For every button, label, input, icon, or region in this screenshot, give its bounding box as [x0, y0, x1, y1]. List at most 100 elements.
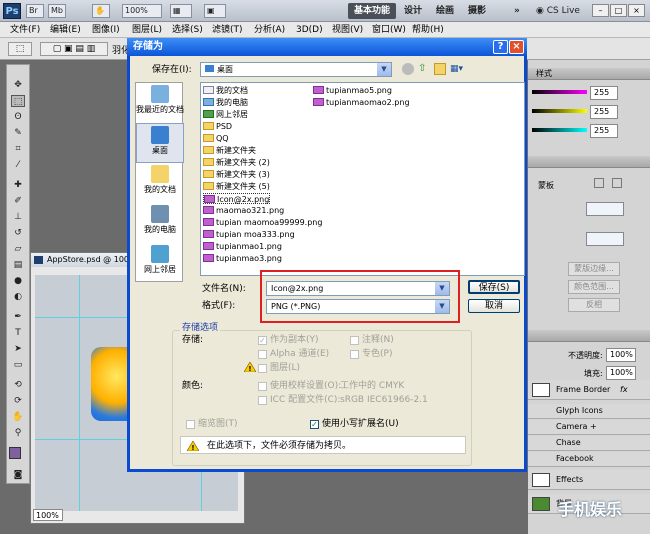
shape-tool-icon[interactable]: ▭ — [11, 359, 25, 371]
history-brush-tool-icon[interactable]: ↺ — [11, 227, 25, 239]
file-list-item[interactable]: 我的文档 — [203, 85, 248, 96]
menu-filter[interactable]: 滤镜(T) — [212, 23, 243, 37]
quick-select-tool-icon[interactable]: ✎ — [11, 127, 25, 139]
layer-row[interactable]: Frame Border fx — [528, 380, 650, 400]
place-my-documents[interactable]: 我的文档 — [136, 163, 184, 203]
hand-icon[interactable]: ✋ — [92, 4, 110, 18]
place-my-computer[interactable]: 我的电脑 — [136, 203, 184, 243]
hand-tool-icon[interactable]: ✋ — [11, 411, 25, 423]
menu-3d[interactable]: 3D(D) — [296, 23, 323, 37]
screen-mode-icon[interactable]: ▣ — [204, 4, 226, 18]
file-list-item[interactable]: tupianmao5.png — [313, 85, 392, 96]
file-list-item[interactable]: 我的电脑 — [203, 97, 248, 108]
pen-tool-icon[interactable]: ✒ — [11, 311, 25, 323]
layer-row[interactable]: Facebook — [528, 452, 650, 467]
marquee-preset-icon[interactable]: ⬚ — [8, 42, 32, 56]
cs-live-button[interactable]: ◉ CS Live — [530, 3, 586, 19]
brush-tool-icon[interactable]: ✐ — [11, 195, 25, 207]
layer-row[interactable]: Glyph Icons — [528, 404, 650, 419]
file-list[interactable]: 我的文档 我的电脑 网上邻居 PSD QQ 新建文件夹 新建文件夹 (2) 新建文件夹 (3)… — [200, 82, 525, 276]
vector-mask-icon[interactable] — [612, 178, 622, 188]
new-folder-icon[interactable] — [434, 63, 446, 75]
maximize-icon[interactable]: □ — [610, 4, 627, 17]
workspace-more-icon[interactable]: » — [508, 3, 526, 19]
stamp-tool-icon[interactable]: ⊥ — [11, 211, 25, 223]
file-list-item[interactable]: PSD — [203, 121, 232, 132]
3d-rotate-tool-icon[interactable]: ⟲ — [11, 379, 25, 391]
filename-input[interactable]: Icon@2x.png ▼ — [266, 281, 450, 296]
magenta-slider[interactable] — [532, 90, 587, 94]
cyan-slider[interactable] — [532, 128, 587, 132]
marquee-tool-icon[interactable]: ⬚ — [11, 95, 25, 107]
color-value-field[interactable]: 255 — [590, 86, 618, 100]
file-list-item[interactable]: tupianmaomao2.png — [313, 97, 410, 108]
layers-checkbox[interactable] — [258, 364, 267, 373]
close-icon[interactable]: × — [509, 40, 524, 54]
cancel-button[interactable]: 取消 — [468, 299, 520, 313]
type-tool-icon[interactable]: T — [11, 327, 25, 339]
notes-checkbox[interactable] — [350, 336, 359, 345]
thumbnail-checkbox[interactable] — [186, 420, 195, 429]
layer-row[interactable]: Chase — [528, 436, 650, 451]
menu-edit[interactable]: 编辑(E) — [50, 23, 81, 37]
save-button[interactable]: 保存(S) — [468, 280, 520, 294]
minibridge-icon[interactable]: Mb — [48, 4, 66, 18]
file-list-item[interactable]: 新建文件夹 (5) — [203, 181, 270, 192]
file-list-item[interactable]: 新建文件夹 (3) — [203, 169, 270, 180]
eyedropper-tool-icon[interactable]: ⁄ — [11, 159, 25, 171]
density-field[interactable] — [586, 202, 624, 216]
menu-analysis[interactable]: 分析(A) — [254, 23, 285, 37]
lasso-tool-icon[interactable]: ʘ — [11, 111, 25, 123]
color-value-field[interactable]: 255 — [590, 124, 618, 138]
file-list-item[interactable]: Icon@2x.png — [203, 193, 271, 204]
place-recent[interactable]: 我最近的文档 — [136, 83, 184, 123]
spot-checkbox[interactable] — [350, 350, 359, 359]
file-list-item[interactable]: tupianmao3.png — [203, 253, 282, 264]
menu-file[interactable]: 文件(F) — [10, 23, 40, 37]
menu-image[interactable]: 图像(I) — [92, 23, 120, 37]
quick-mask-icon[interactable]: ◙ — [11, 469, 25, 481]
menu-help[interactable]: 帮助(H) — [412, 23, 444, 37]
workspace-photography[interactable]: 摄影 — [462, 3, 492, 19]
3d-camera-tool-icon[interactable]: ⟳ — [11, 395, 25, 407]
file-list-item[interactable]: tupian maomoa99999.png — [203, 217, 322, 228]
fill-field[interactable]: 100% — [606, 366, 636, 380]
zoom-tool-icon[interactable]: ⚲ — [11, 427, 25, 439]
alpha-checkbox[interactable] — [258, 350, 267, 359]
feather-field[interactable] — [586, 232, 624, 246]
workspace-painting[interactable]: 绘画 — [430, 3, 460, 19]
back-icon[interactable] — [402, 63, 414, 75]
save-in-select[interactable]: 桌面 ▼ — [200, 62, 392, 77]
arrange-icon[interactable]: ▦ — [170, 4, 192, 18]
lowercase-extension-checkbox[interactable]: ✓ — [310, 420, 319, 429]
view-menu-icon[interactable]: ▦▾ — [450, 63, 466, 75]
icc-profile-checkbox[interactable] — [258, 396, 267, 405]
color-range-button[interactable]: 颜色范围... — [568, 280, 620, 294]
layer-row[interactable]: Camera + — [528, 420, 650, 435]
document-zoom-field[interactable]: 100% — [33, 509, 63, 521]
menu-view[interactable]: 视图(V) — [332, 23, 363, 37]
workspace-design[interactable]: 设计 — [398, 3, 428, 19]
gradient-tool-icon[interactable]: ▤ — [11, 259, 25, 271]
selection-mode-icons[interactable]: ▢ ▣ ▤ ▥ — [40, 42, 108, 56]
minimize-icon[interactable]: – — [592, 4, 609, 17]
foreground-color-swatch[interactable] — [9, 447, 21, 459]
eraser-tool-icon[interactable]: ▱ — [11, 243, 25, 255]
up-folder-icon[interactable]: ⇧ — [418, 63, 430, 75]
file-list-item[interactable]: QQ — [203, 133, 229, 144]
yellow-slider[interactable] — [532, 109, 587, 113]
healing-tool-icon[interactable]: ✚ — [11, 179, 25, 191]
file-list-item[interactable]: maomao321.png — [203, 205, 284, 216]
pixel-mask-icon[interactable] — [594, 178, 604, 188]
help-icon[interactable]: ? — [493, 40, 508, 54]
app-close-icon[interactable]: × — [628, 4, 645, 17]
crop-tool-icon[interactable]: ⌗ — [11, 143, 25, 155]
place-desktop[interactable]: 桌面 — [136, 123, 184, 163]
file-list-item[interactable]: 网上邻居 — [203, 109, 248, 120]
layer-row[interactable]: Effects — [528, 470, 650, 490]
as-copy-checkbox[interactable]: ✓ — [258, 336, 267, 345]
file-list-item[interactable]: 新建文件夹 — [203, 145, 256, 156]
place-network[interactable]: 网上邻居 — [136, 243, 184, 283]
menu-window[interactable]: 窗口(W) — [372, 23, 406, 37]
zoom-select[interactable]: 100% — [122, 4, 162, 18]
